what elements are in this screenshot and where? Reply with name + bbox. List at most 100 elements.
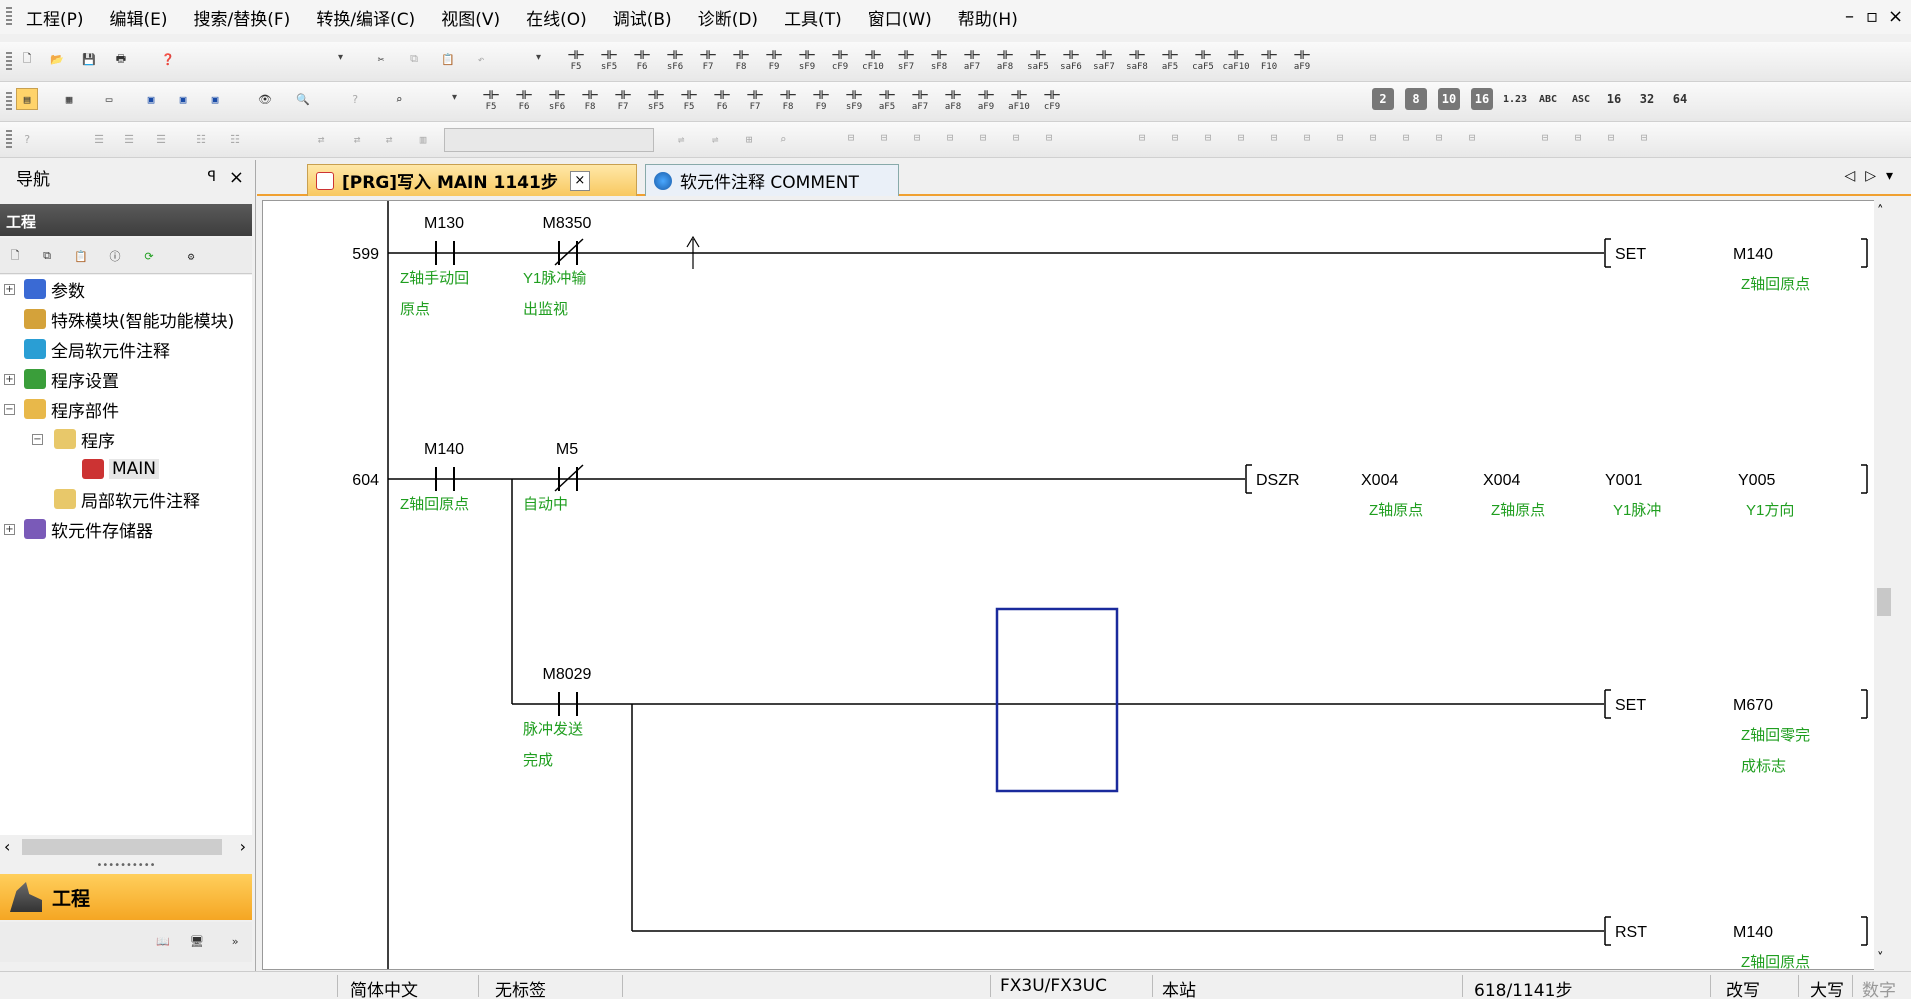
minimize-icon[interactable]: – [1845, 6, 1854, 27]
display-format-5-icon[interactable]: ABC [1537, 88, 1559, 110]
undo-icon[interactable]: ↶ [470, 48, 492, 70]
toolbar-grip[interactable] [6, 130, 12, 150]
key-f6-icon[interactable]: ⊣⊢ F6 [631, 46, 653, 74]
monitor-tool-5-icon[interactable]: ⊟ [1005, 126, 1027, 148]
copy-icon[interactable]: ⧉ [403, 48, 425, 70]
key-saf5-icon[interactable]: ⊣⊢ saF5 [1027, 46, 1049, 74]
project-view-button[interactable]: 工程 [0, 874, 252, 920]
copy-data-icon[interactable]: ⧉ [36, 245, 58, 267]
toolbar-grip[interactable] [6, 52, 12, 72]
tree-item-5[interactable]: 程序 [54, 425, 115, 453]
key-f5-icon[interactable]: ⊣⊢ F5 [480, 86, 502, 114]
statement-edit-icon[interactable]: ☰ [118, 128, 140, 150]
monitor-tool-7-icon[interactable]: ⊟ [1131, 126, 1153, 148]
help-icon[interactable]: ❓ [157, 48, 179, 70]
key-af5-icon[interactable]: ⊣⊢ aF5 [876, 86, 898, 114]
ladder-editor[interactable]: 599 M130 Z轴手动回 原点 M8350 Y1脉冲输 出监视 SET M140 Z轴回原点 6… [262, 200, 1892, 970]
block-edit2-icon[interactable]: ☷ [224, 128, 246, 150]
device-register-icon[interactable]: ▣ [204, 88, 226, 110]
monitor-tool-3-icon[interactable]: ⊟ [939, 126, 961, 148]
monitor-tool-6-icon[interactable]: ⊟ [1038, 126, 1060, 148]
scroll-right-icon[interactable]: › [240, 837, 246, 856]
new-data-icon[interactable]: 🗋 [4, 245, 26, 267]
close-tab-icon[interactable]: × [569, 170, 590, 191]
monitor-tool-18-icon[interactable]: ⊟ [1534, 126, 1556, 148]
cross-ref-icon[interactable]: ⊞ [738, 128, 760, 150]
tree-item-3[interactable]: 程序设置 [24, 365, 119, 393]
key-af9-icon[interactable]: ⊣⊢ aF9 [975, 86, 997, 114]
key-saf6-icon[interactable]: ⊣⊢ saF6 [1060, 46, 1082, 74]
toolbar-dropdown-icon[interactable]: ▾ [338, 52, 348, 63]
new-file-icon[interactable]: 🗋 [16, 48, 38, 70]
toolbar-dropdown-icon[interactable]: ▾ [452, 92, 462, 103]
paste-data-icon[interactable]: 📋 [70, 245, 92, 267]
key-caf5-icon[interactable]: ⊣⊢ caF5 [1192, 46, 1214, 74]
key-f8-icon[interactable]: ⊣⊢ F8 [579, 86, 601, 114]
scroll-thumb[interactable] [1877, 588, 1891, 616]
key-af5-icon[interactable]: ⊣⊢ aF5 [1159, 46, 1181, 74]
monitor-tool-11-icon[interactable]: ⊟ [1263, 126, 1285, 148]
monitor-tool-15-icon[interactable]: ⊟ [1395, 126, 1417, 148]
key-f10-icon[interactable]: ⊣⊢ F10 [1258, 46, 1280, 74]
monitor-tool-13-icon[interactable]: ⊟ [1329, 126, 1351, 148]
settings-dropdown-icon[interactable]: ⚙ [180, 245, 202, 267]
menu-item-3[interactable]: 转换/编译(C) [308, 2, 423, 33]
replace-icon[interactable]: ⇌ [670, 128, 692, 150]
key-cf10-icon[interactable]: ⊣⊢ cF10 [862, 46, 884, 74]
key-cf9-icon[interactable]: ⊣⊢ cF9 [1041, 86, 1063, 114]
monitor-tool-21-icon[interactable]: ⊟ [1633, 126, 1655, 148]
ladder-vertical-scrollbar[interactable]: ˄ ˅ [1874, 200, 1894, 970]
key-cf9-icon[interactable]: ⊣⊢ cF9 [829, 46, 851, 74]
key-sf5-icon[interactable]: ⊣⊢ sF5 [598, 46, 620, 74]
key-f8-icon[interactable]: ⊣⊢ F8 [777, 86, 799, 114]
device-monitor-icon[interactable]: ▣ [140, 88, 162, 110]
ladder-diagram[interactable]: 599 M130 Z轴手动回原点 M8350 Y1脉冲输出监视 SET M140 Z轴回原点 6… [263, 201, 1892, 970]
tree-item-6[interactable]: MAIN [82, 455, 160, 483]
delete-row-icon[interactable]: ⇄ [346, 128, 368, 150]
menubar-grip[interactable] [6, 7, 12, 27]
navigation-window-icon[interactable]: ▤ [16, 88, 38, 110]
key-sf6-icon[interactable]: ⊣⊢ sF6 [664, 46, 686, 74]
output-window-icon[interactable]: ▭ [98, 88, 120, 110]
more-icon[interactable]: » [224, 930, 246, 952]
collapse-icon[interactable]: − [32, 434, 43, 445]
menu-item-1[interactable]: 编辑(E) [102, 2, 176, 33]
tree-item-7[interactable]: 局部软元件注释 [54, 485, 200, 513]
replace2-icon[interactable]: ⇌ [704, 128, 726, 150]
open-folder-icon[interactable]: 📂 [46, 48, 68, 70]
scroll-thumb[interactable] [22, 839, 222, 855]
menu-item-10[interactable]: 帮助(H) [950, 2, 1026, 33]
key-af7-icon[interactable]: ⊣⊢ aF7 [961, 46, 983, 74]
key-f8-icon[interactable]: ⊣⊢ F8 [730, 46, 752, 74]
toolbar-dropdown-icon[interactable]: ▾ [536, 52, 546, 63]
search-device-icon[interactable]: 🔍 [292, 88, 314, 110]
tree-item-4[interactable]: 程序部件 [24, 395, 119, 423]
menu-item-7[interactable]: 诊断(D) [690, 2, 766, 33]
property-icon[interactable]: ⓘ [104, 245, 126, 267]
expand-icon[interactable]: + [4, 374, 15, 385]
key-sf5-icon[interactable]: ⊣⊢ sF5 [645, 86, 667, 114]
key-sf9-icon[interactable]: ⊣⊢ sF9 [796, 46, 818, 74]
ladder-cursor[interactable] [995, 607, 1119, 793]
display-format-4-icon[interactable]: 1.23 [1503, 88, 1527, 110]
connection-icon[interactable]: 🖥 [186, 930, 208, 952]
collapse-icon[interactable]: − [4, 404, 15, 415]
insert-row-icon[interactable]: ⇄ [310, 128, 332, 150]
splitter-handle[interactable]: •••••••••• [0, 860, 252, 874]
restore-icon[interactable]: ▫ [1866, 6, 1878, 27]
menu-item-6[interactable]: 调试(B) [605, 2, 680, 33]
key-f6-icon[interactable]: ⊣⊢ F6 [711, 86, 733, 114]
menu-item-9[interactable]: 窗口(W) [860, 2, 940, 33]
tab-device-comment[interactable]: 软元件注释 COMMENT [645, 164, 899, 196]
key-f9-icon[interactable]: ⊣⊢ F9 [810, 86, 832, 114]
monitor-tool-19-icon[interactable]: ⊟ [1567, 126, 1589, 148]
key-sf6-icon[interactable]: ⊣⊢ sF6 [546, 86, 568, 114]
display-format-3-icon[interactable]: 16 [1471, 88, 1493, 110]
menu-item-4[interactable]: 视图(V) [433, 2, 508, 33]
close-nav-icon[interactable]: × [229, 167, 244, 188]
device-input-field[interactable] [444, 128, 654, 152]
tab-scroll-icons[interactable]: ◁▷▾ [1844, 168, 1903, 184]
key-f9-icon[interactable]: ⊣⊢ F9 [763, 46, 785, 74]
expand-icon[interactable]: + [4, 284, 15, 295]
monitor-tool-2-icon[interactable]: ⊟ [906, 126, 928, 148]
